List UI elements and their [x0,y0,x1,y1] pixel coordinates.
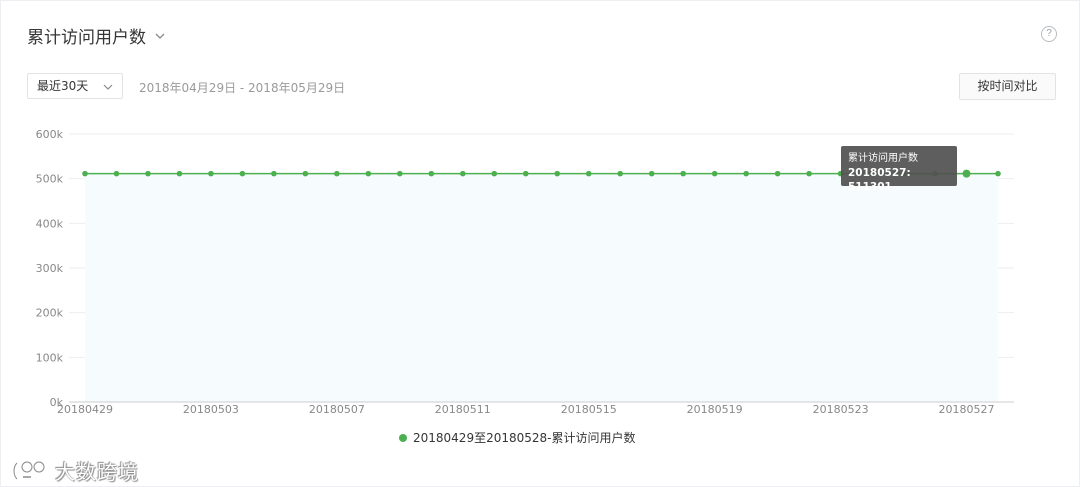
y-tick-label: 300k [36,262,64,275]
data-point [491,170,498,177]
y-tick-label: 500k [36,173,64,186]
y-tick-label: 400k [36,217,64,230]
y-tick-label: 200k [36,307,64,320]
data-point [617,170,624,177]
data-point [743,170,749,177]
y-tick-label: 600k [36,128,64,141]
metric-selector[interactable]: 累计访问用户数 [27,23,166,48]
x-tick-label: 20180519 [687,403,743,416]
x-tick-label: 20180515 [561,403,617,416]
data-point [522,170,529,177]
x-tick-label: 20180527 [939,403,995,416]
compare-time-button[interactable]: 按时间对比 [959,73,1056,100]
series-area [85,173,998,402]
date-range-select-value: 最近30天 [37,79,89,93]
x-tick-label: 20180507 [309,403,365,416]
data-point [774,170,781,177]
y-tick-label: 100k [36,351,64,364]
x-tick-label: 20180429 [57,403,113,416]
data-point [208,170,214,177]
page-title: 累计访问用户数 [27,28,146,48]
x-tick-label: 20180511 [435,403,491,416]
chart-tooltip: 累计访问用户数 20180527: 511301 [841,146,957,193]
data-point [806,170,812,177]
x-tick-label: 20180523 [813,403,869,416]
tooltip-value: 20180527: 511301 [848,167,911,193]
data-point [334,170,340,177]
chart-legend[interactable]: 20180429至20180528-累计访问用户数 [399,429,636,446]
date-range-select[interactable]: 最近30天 [27,73,123,99]
data-point [585,170,592,177]
data-point [711,170,718,177]
legend-dot-icon [399,433,407,442]
x-tick-label: 20180503 [183,403,239,416]
legend-label: 20180429至20180528-累计访问用户数 [413,431,636,445]
chevron-down-icon [155,33,165,39]
logo-icon [12,461,45,480]
data-point [365,170,372,177]
chevron-down-icon [103,84,113,90]
data-point [554,170,561,177]
data-point [239,170,246,177]
data-point [271,170,277,177]
watermark: 大数跨境 [11,456,139,485]
watermark-text: 大数跨境 [55,460,139,484]
data-point [176,170,183,177]
data-point [648,170,655,177]
data-point [995,170,1001,177]
data-point [459,170,466,177]
data-point [82,170,88,177]
data-point [302,170,309,177]
data-point [113,170,120,177]
question-circle-icon[interactable]: ? [1041,26,1057,42]
data-point [397,170,403,177]
data-point [145,170,151,177]
data-point [962,169,971,178]
chart-card: 累计访问用户数 ? 最近30天 2018年04月29日 - 2018年05月29… [0,0,1080,487]
data-point [428,170,435,177]
date-range-text: 2018年04月29日 - 2018年05月29日 [139,81,346,95]
tooltip-title: 累计访问用户数 [848,153,918,164]
data-point [680,170,686,177]
